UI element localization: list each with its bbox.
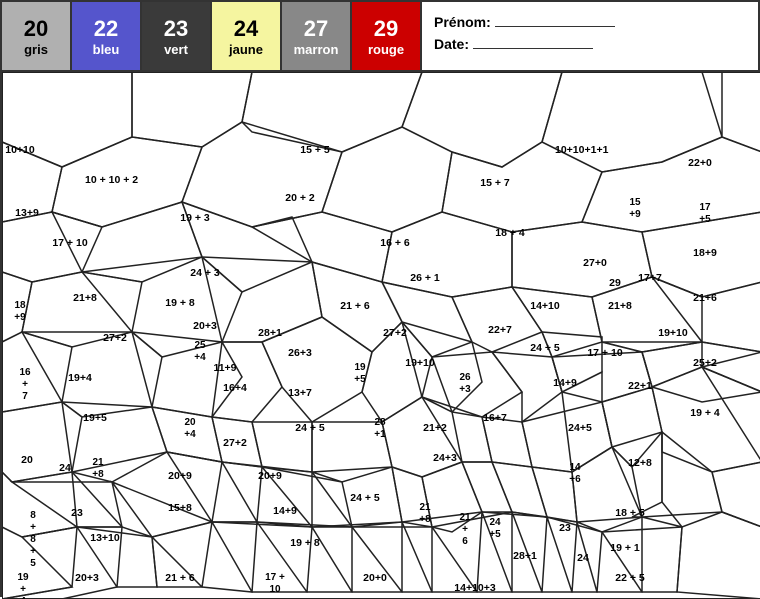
header: 20gris22bleu23vert24jaune27marron29rouge…: [2, 2, 758, 72]
polygon-33: [262, 317, 372, 422]
header-info: Prénom: Date:: [422, 2, 758, 70]
polygon-71: [702, 367, 760, 462]
date-field: Date:: [434, 36, 746, 52]
polygon-48: [382, 397, 462, 477]
polygon-25: [452, 287, 542, 352]
polygon-34: [362, 322, 432, 422]
polygon-18: [642, 212, 760, 297]
polygon-54: [652, 367, 760, 472]
color-box-vert: 23vert: [142, 2, 212, 70]
color-label: rouge: [368, 42, 404, 57]
polygon-61: [262, 467, 352, 527]
polygon-11: [582, 137, 760, 232]
polygon-74: [2, 527, 122, 599]
polygon-22: [202, 257, 322, 342]
color-number: 22: [94, 16, 118, 42]
puzzle-lines: [2, 72, 760, 599]
polygon-58: [72, 452, 222, 537]
polygon-17: [512, 222, 652, 297]
polygon-26: [512, 287, 602, 357]
prenom-label: Prénom:: [434, 14, 491, 30]
date-label: Date:: [434, 36, 469, 52]
polygon-31: [132, 332, 242, 417]
polygon-7: [52, 137, 202, 227]
polygon-78: [212, 522, 312, 592]
polygon-89: [642, 512, 760, 599]
polygon-64: [422, 462, 482, 532]
polygon-16: [382, 212, 512, 297]
polygon-83: [432, 512, 512, 592]
polygon-23: [312, 262, 402, 352]
polygon-52: [562, 372, 612, 472]
date-line: [473, 48, 593, 49]
polygon-13: [52, 202, 202, 282]
polygon-46: [252, 422, 312, 472]
color-label: gris: [24, 42, 48, 57]
polygon-38: [542, 332, 602, 392]
color-label: jaune: [229, 42, 263, 57]
color-number: 23: [164, 16, 188, 42]
polygon-32: [212, 342, 282, 422]
polygon-55: [702, 352, 760, 392]
polygon-60: [222, 462, 312, 527]
color-number: 29: [374, 16, 398, 42]
polygon-15: [252, 212, 392, 282]
polygon-4: [542, 72, 722, 172]
polygon-24: [382, 282, 472, 357]
color-number: 20: [24, 16, 48, 42]
polygon-3: [402, 72, 562, 167]
polygon-37: [492, 352, 562, 422]
polygon-53: [602, 387, 662, 467]
polygon-90: [722, 512, 760, 527]
polygon-45: [212, 417, 262, 467]
polygon-42: [2, 402, 82, 482]
color-box-rouge: 29rouge: [352, 2, 422, 70]
polygon-47: [312, 422, 392, 482]
polygon-0: [2, 72, 132, 167]
color-label: vert: [164, 42, 188, 57]
polygon-67: [532, 467, 577, 522]
color-box-marron: 27marron: [282, 2, 352, 70]
polygon-77: [152, 522, 257, 592]
color-number: 24: [234, 16, 258, 42]
color-box-jaune: 24jaune: [212, 2, 282, 70]
polygon-40: [602, 342, 702, 387]
polygon-65: [462, 462, 512, 512]
color-box-gris: 20gris: [2, 2, 72, 70]
prenom-line: [495, 26, 615, 27]
color-box-bleu: 22bleu: [72, 2, 142, 70]
puzzle-area: 10+1010 + 10 + 215 + 520 + 210+10+1+122+…: [2, 72, 760, 599]
polygon-20: [22, 272, 142, 347]
color-label: marron: [294, 42, 339, 57]
polygon-2: [242, 72, 422, 152]
polygon-14: [182, 202, 312, 292]
polygon-81: [352, 527, 432, 592]
polygon-57: [12, 482, 122, 527]
prenom-field: Prénom:: [434, 14, 746, 30]
polygon-69: [612, 432, 662, 517]
page: 20gris22bleu23vert24jaune27marron29rouge…: [0, 0, 760, 597]
polygon-1: [132, 72, 252, 147]
polygon-28: [652, 277, 760, 352]
color-number: 27: [304, 16, 328, 42]
polygon-79: [257, 522, 352, 592]
polygon-41: [642, 342, 760, 402]
polygon-50: [482, 417, 532, 467]
polygon-27: [592, 277, 702, 352]
color-label: bleu: [93, 42, 120, 57]
